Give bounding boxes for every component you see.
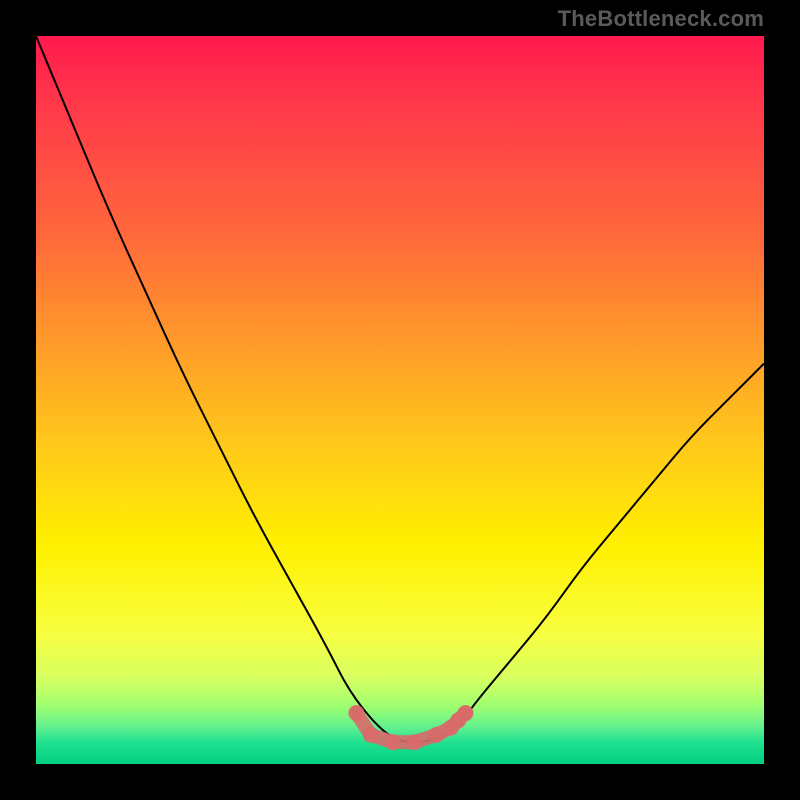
plot-area [36,36,764,764]
chart-frame: TheBottleneck.com [0,0,800,800]
attribution-text: TheBottleneck.com [558,6,764,32]
